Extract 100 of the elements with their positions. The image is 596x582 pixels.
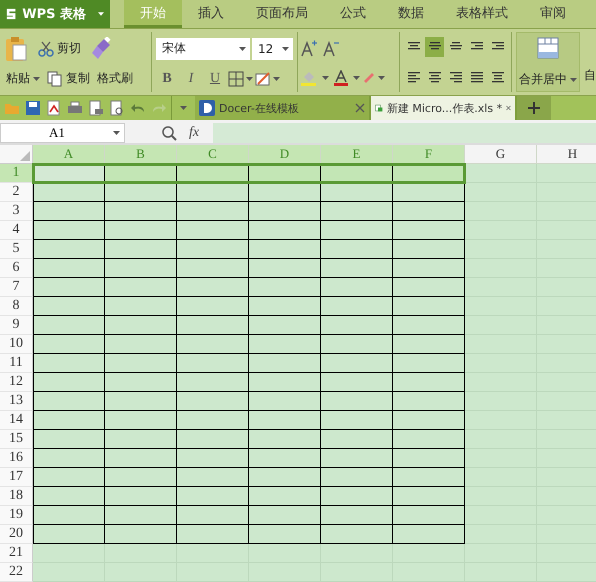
row-header[interactable]: 2 [0,183,33,202]
table-cell[interactable] [177,411,249,430]
menu-tab[interactable]: 表格样式 [440,0,524,28]
paste-button[interactable]: 粘贴 [4,69,42,88]
table-cell[interactable] [249,506,321,525]
table-cell[interactable] [393,468,465,487]
table-cell[interactable] [105,297,177,316]
table-cell[interactable] [177,335,249,354]
app-menu-button[interactable]: WPS 表格 [0,0,110,28]
table-cell[interactable] [33,392,105,411]
row-header[interactable]: 15 [0,430,33,449]
table-cell[interactable] [321,373,393,392]
table-cell[interactable] [177,430,249,449]
table-cell[interactable] [105,354,177,373]
table-cell[interactable] [249,316,321,335]
table-cell[interactable] [393,411,465,430]
table-cell[interactable] [33,525,105,544]
menu-tab[interactable]: 数据 [382,0,440,28]
row-header[interactable]: 4 [0,221,33,240]
table-cell[interactable] [249,354,321,373]
table-cell[interactable] [177,449,249,468]
table-cell[interactable] [321,525,393,544]
table-cell[interactable] [105,202,177,221]
row-header[interactable]: 11 [0,354,33,373]
table-cell[interactable] [393,354,465,373]
table-cell[interactable] [249,430,321,449]
table-cell[interactable] [321,240,393,259]
table-cell[interactable] [33,259,105,278]
table-cell[interactable] [393,449,465,468]
table-cell[interactable] [33,240,105,259]
row-header[interactable]: 5 [0,240,33,259]
table-cell[interactable] [321,335,393,354]
table-cell[interactable] [321,430,393,449]
table-cell[interactable] [105,430,177,449]
row-header[interactable]: 16 [0,449,33,468]
table-cell[interactable] [321,354,393,373]
row-header[interactable]: 7 [0,278,33,297]
font-style-button[interactable]: U [204,70,226,86]
table-cell[interactable] [321,221,393,240]
table-cell[interactable] [393,487,465,506]
table-cell[interactable] [249,411,321,430]
font-style-button[interactable]: B [156,70,178,86]
table-cell[interactable] [105,335,177,354]
column-header[interactable]: G [465,145,537,164]
table-cell[interactable] [33,354,105,373]
table-cell[interactable] [249,525,321,544]
table-cell[interactable] [105,316,177,335]
format-painter-button[interactable]: 格式刷 [95,69,135,88]
table-cell[interactable] [177,259,249,278]
menu-tab[interactable]: 页面布局 [240,0,324,28]
table-cell[interactable] [249,335,321,354]
table-cell[interactable] [321,392,393,411]
table-cell[interactable] [321,411,393,430]
table-cell[interactable] [33,449,105,468]
table-cell[interactable] [33,373,105,392]
table-cell[interactable] [177,468,249,487]
table-cell[interactable] [33,183,105,202]
table-cell[interactable] [177,221,249,240]
table-cell[interactable] [105,468,177,487]
new-tab-button[interactable] [517,96,551,120]
table-cell[interactable] [33,221,105,240]
table-cell[interactable] [321,297,393,316]
table-cell[interactable] [177,487,249,506]
table-cell[interactable] [105,506,177,525]
column-header[interactable]: H [537,145,596,164]
table-cell[interactable] [177,202,249,221]
table-cell[interactable] [33,411,105,430]
table-cell[interactable] [177,525,249,544]
table-cell[interactable] [393,202,465,221]
table-cell[interactable] [177,278,249,297]
table-cell[interactable] [249,487,321,506]
table-cell[interactable] [33,468,105,487]
align-middle-button[interactable] [425,37,444,57]
table-cell[interactable] [33,202,105,221]
table-cell[interactable] [321,468,393,487]
table-cell[interactable] [321,259,393,278]
table-cell[interactable] [393,316,465,335]
name-box[interactable]: A1 [0,122,125,142]
table-cell[interactable] [249,221,321,240]
font-size-field[interactable]: 12 [252,38,293,60]
table-cell[interactable] [393,278,465,297]
table-cell[interactable] [393,240,465,259]
table-cell[interactable] [393,259,465,278]
table-cell[interactable] [33,297,105,316]
table-cell[interactable] [177,506,249,525]
table-cell[interactable] [105,183,177,202]
row-header[interactable]: 18 [0,487,33,506]
table-cell[interactable] [393,373,465,392]
row-header[interactable]: 12 [0,373,33,392]
table-cell[interactable] [105,221,177,240]
table-cell[interactable] [249,468,321,487]
row-header[interactable]: 6 [0,259,33,278]
table-cell[interactable] [105,240,177,259]
table-cell[interactable] [249,259,321,278]
table-cell[interactable] [393,506,465,525]
table-cell[interactable] [321,202,393,221]
table-cell[interactable] [249,373,321,392]
row-header[interactable]: 13 [0,392,33,411]
table-cell[interactable] [249,183,321,202]
table-cell[interactable] [321,506,393,525]
